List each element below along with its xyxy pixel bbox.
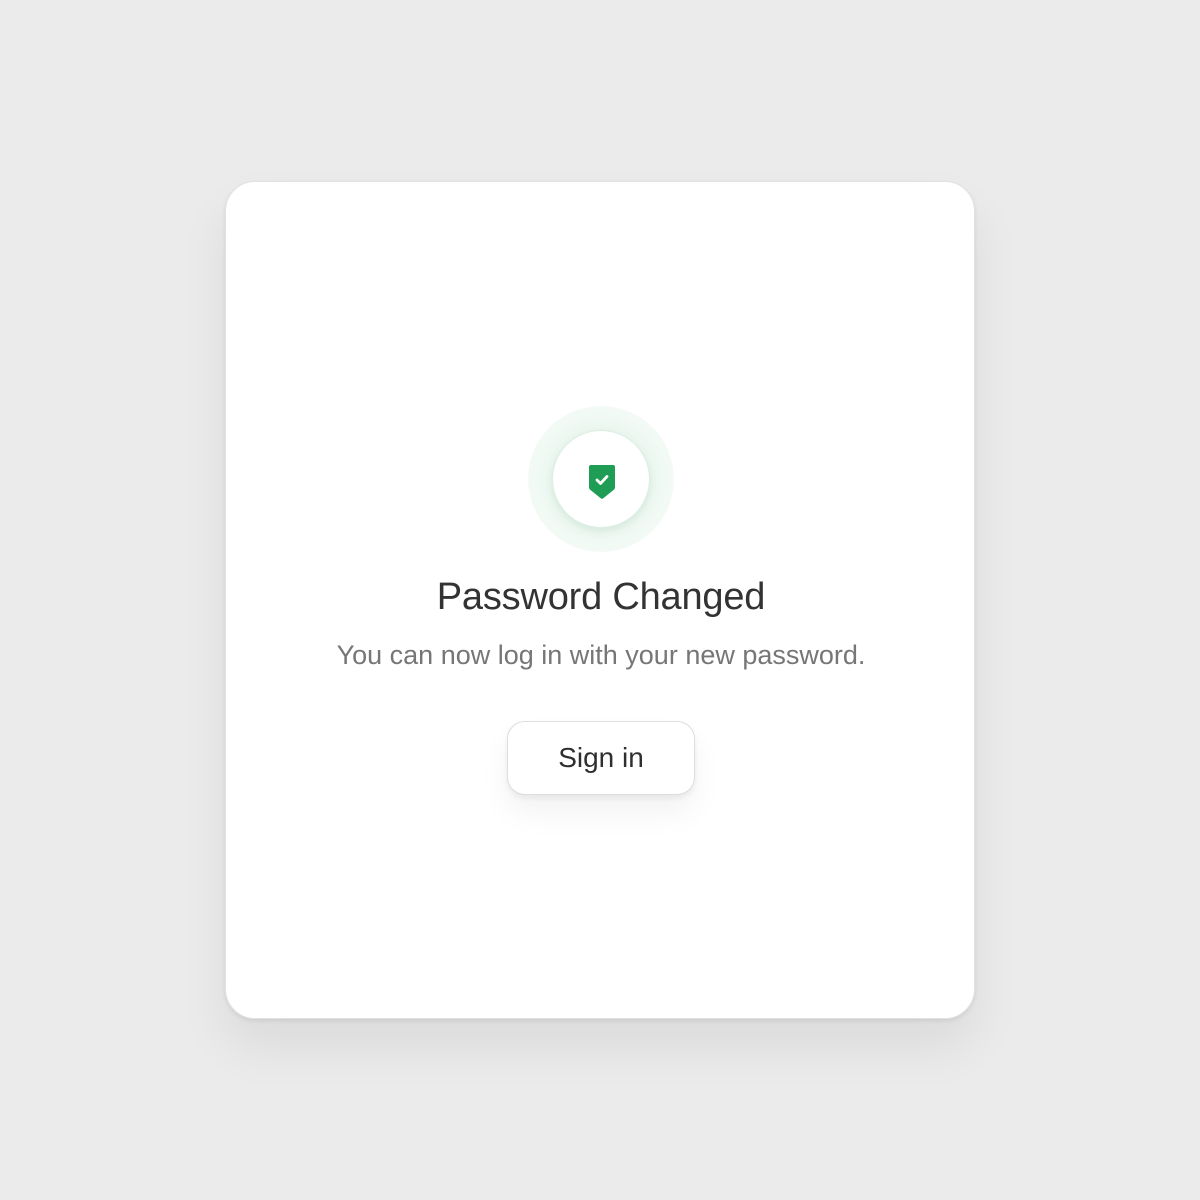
page-background: Password Changed You can now log in with…: [0, 0, 1200, 1200]
sign-in-button[interactable]: Sign in: [507, 721, 695, 795]
password-changed-card: Password Changed You can now log in with…: [225, 181, 975, 1019]
dialog-message: You can now log in with your new passwor…: [336, 640, 866, 670]
dialog-title: Password Changed: [436, 576, 766, 618]
success-badge: [552, 430, 650, 528]
shield-check-icon: [589, 465, 615, 499]
